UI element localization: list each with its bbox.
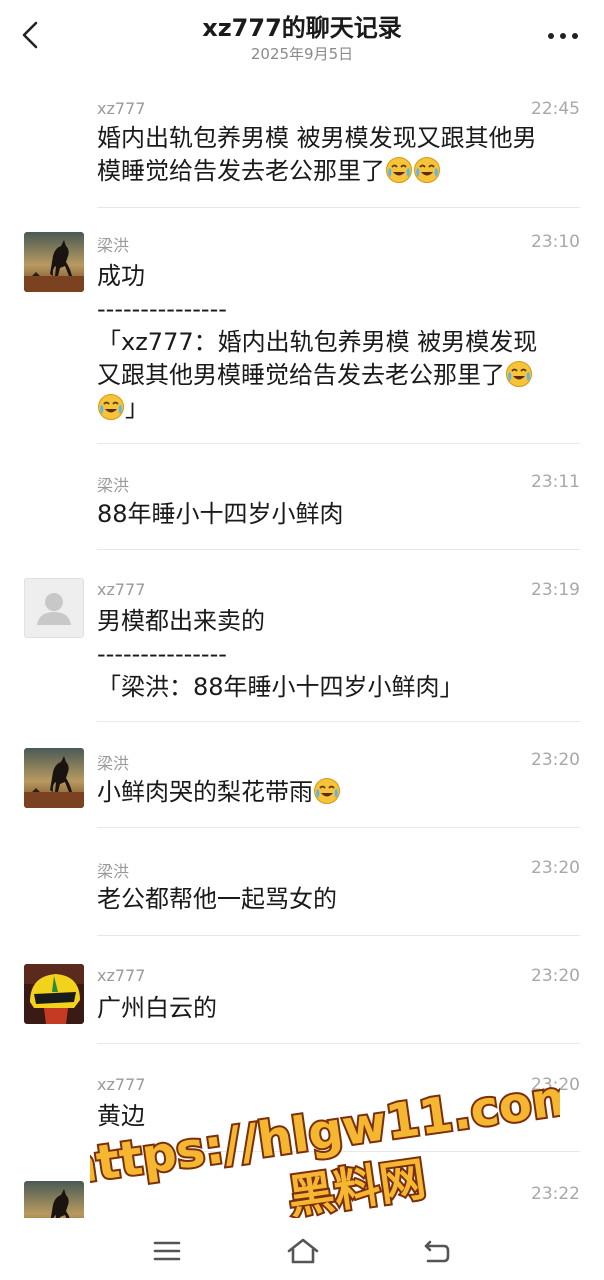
message-text: 老公都帮他一起骂女的 xyxy=(97,885,337,913)
header: xz777的聊天记录 2025年9月5日 xyxy=(0,0,604,80)
crying-laughing-emoji-icon xyxy=(314,778,340,804)
avatar-horse[interactable] xyxy=(24,232,84,292)
message-item[interactable]: xz777 22:45 婚内出轨包养男模 被男模发现又跟其他男 模睡觉给告发去老… xyxy=(0,80,604,208)
message-time: 23:20 xyxy=(531,750,580,770)
horse-avatar-image xyxy=(24,748,84,808)
sender-name: xz777 xyxy=(97,1075,146,1094)
message-text: 广州白云的 xyxy=(97,994,217,1022)
message-text: 成功 --------------- 「xz777：婚内出轨包养男模 被男模发现… xyxy=(97,260,577,425)
message-text: 婚内出轨包养男模 被男模发现又跟其他男 模睡觉给告发去老公那里了 xyxy=(97,122,577,188)
message-line: 模睡觉给告发去老公那里了 xyxy=(97,157,385,185)
message-text: 小鲜肉哭的梨花带雨 xyxy=(97,776,577,809)
message-time: 22:45 xyxy=(531,99,580,119)
message-item[interactable]: 梁洪 23:20 老公都帮他一起骂女的 xyxy=(0,828,604,936)
home-icon[interactable] xyxy=(286,1236,320,1266)
quoted-message-line: 又跟其他男模睡觉给告发去老公那里了 xyxy=(97,361,505,389)
avatar-horse[interactable] xyxy=(24,1181,84,1218)
crying-laughing-emoji-icon xyxy=(506,361,532,387)
sender-name: xz777 xyxy=(97,580,146,599)
message-line: 婚内出轨包养男模 被男模发现又跟其他男 xyxy=(97,124,537,152)
chat-history-page: xz777的聊天记录 2025年9月5日 xz777 22:45 婚内出轨包养男… xyxy=(0,0,604,1280)
bottom-navigation-bar xyxy=(0,1218,604,1280)
back-icon[interactable] xyxy=(422,1236,452,1266)
message-time: 23:19 xyxy=(531,580,580,600)
message-line: 小鲜肉哭的梨花带雨 xyxy=(97,778,313,806)
crying-laughing-emoji-icon xyxy=(386,157,412,183)
quoted-message-line: 「梁洪：88年睡小十四岁小鲜肉」 xyxy=(97,673,464,701)
message-line: 男模都出来卖的 xyxy=(97,607,265,635)
avatar-horse[interactable] xyxy=(24,748,84,808)
sender-name: 梁洪 xyxy=(97,236,130,255)
message-line: 成功 xyxy=(97,262,145,290)
message-time: 23:20 xyxy=(531,966,580,986)
message-item[interactable]: xz777 23:20 广州白云的 xyxy=(0,936,604,1044)
message-time: 23:11 xyxy=(531,472,580,492)
sender-name: xz777 xyxy=(97,99,146,118)
crying-laughing-emoji-icon xyxy=(98,394,124,420)
sender-name: xz777 xyxy=(97,966,146,985)
menu-icon[interactable] xyxy=(152,1236,182,1266)
sender-name: 梁洪 xyxy=(97,754,130,773)
message-item[interactable]: xz777 23:19 男模都出来卖的 --------------- 「梁洪：… xyxy=(0,550,604,722)
message-text: 88年睡小十四岁小鲜肉 xyxy=(97,500,344,528)
avatar-default[interactable] xyxy=(24,578,84,638)
message-item[interactable]: 23:22 xyxy=(0,1152,604,1218)
quoted-message-line: 「xz777：婚内出轨包养男模 被男模发现 xyxy=(97,328,538,356)
quote-close-bracket: 」 xyxy=(125,394,149,422)
default-user-icon xyxy=(37,593,71,625)
crying-laughing-emoji-icon xyxy=(414,157,440,183)
horse-avatar-image xyxy=(24,232,84,292)
page-title: xz777的聊天记录 xyxy=(202,14,402,42)
helmet-avatar-image xyxy=(24,964,84,1024)
page-date: 2025年9月5日 xyxy=(250,45,354,63)
sender-name: 梁洪 xyxy=(97,476,130,495)
more-options-icon[interactable] xyxy=(546,28,580,44)
message-item[interactable]: 梁洪 23:10 成功 --------------- 「xz777：婚内出轨包… xyxy=(0,208,604,444)
quote-separator: --------------- xyxy=(97,295,227,323)
avatar-helmet[interactable] xyxy=(24,964,84,1024)
message-item[interactable]: xz777 23:20 黄边 xyxy=(0,1044,604,1152)
horse-avatar-image xyxy=(24,1181,84,1218)
sender-name: 梁洪 xyxy=(97,862,130,881)
message-list: xz777 22:45 婚内出轨包养男模 被男模发现又跟其他男 模睡觉给告发去老… xyxy=(0,80,604,1218)
message-time: 23:20 xyxy=(531,1075,580,1095)
message-item[interactable]: 梁洪 23:11 88年睡小十四岁小鲜肉 xyxy=(0,444,604,550)
message-text: 男模都出来卖的 --------------- 「梁洪：88年睡小十四岁小鲜肉」 xyxy=(97,605,577,704)
message-time: 23:20 xyxy=(531,858,580,878)
message-time: 23:22 xyxy=(531,1184,580,1204)
quote-separator: --------------- xyxy=(97,640,227,668)
message-time: 23:10 xyxy=(531,232,580,252)
message-text: 黄边 xyxy=(97,1102,145,1130)
message-item[interactable]: 梁洪 23:20 小鲜肉哭的梨花带雨 xyxy=(0,722,604,828)
